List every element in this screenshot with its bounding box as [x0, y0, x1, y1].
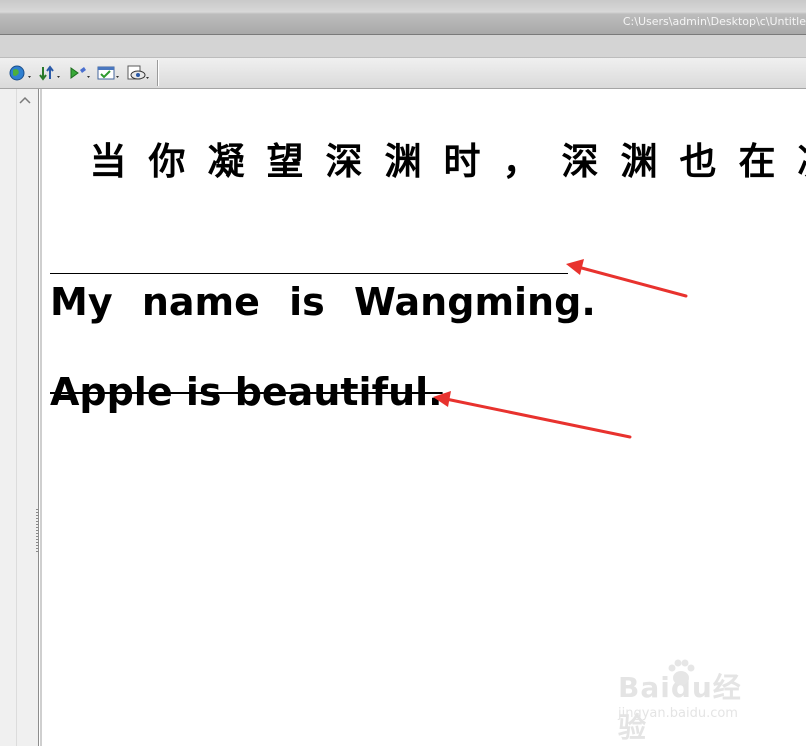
- collapse-up-icon[interactable]: [19, 95, 31, 105]
- line-gutter: [0, 89, 39, 746]
- title-bar: C:\Users\admin\Desktop\c\Untitle: [0, 0, 806, 35]
- gutter-lane: [16, 89, 17, 746]
- horizontal-rule: [50, 273, 568, 274]
- menu-band: [0, 35, 806, 58]
- globe-icon[interactable]: [8, 64, 34, 82]
- splitter-grip[interactable]: [36, 509, 38, 553]
- paragraph-strikethrough: Apple is beautiful.: [50, 370, 443, 414]
- window-title: C:\Users\admin\Desktop\c\Untitle: [622, 15, 806, 28]
- paw-icon: [668, 659, 695, 685]
- baidu-watermark: Baidu经验 jingyan.baidu.com: [618, 656, 768, 744]
- document-heading: 当你凝望深渊时，深渊也在凝视你: [89, 140, 806, 183]
- document-toolbar: [0, 58, 806, 89]
- validate-markup-icon[interactable]: [97, 64, 123, 82]
- design-view[interactable]: 当你凝望深渊时，深渊也在凝视你 My name is Wangming. App…: [42, 89, 806, 746]
- paragraph-name: My name is Wangming.: [50, 280, 596, 324]
- watermark-url: jingyan.baidu.com: [618, 706, 738, 721]
- toolbar-separator: [157, 60, 159, 86]
- preview-eye-icon[interactable]: [127, 64, 153, 82]
- debug-play-icon[interactable]: [68, 64, 94, 82]
- sort-arrows-icon[interactable]: [38, 64, 64, 82]
